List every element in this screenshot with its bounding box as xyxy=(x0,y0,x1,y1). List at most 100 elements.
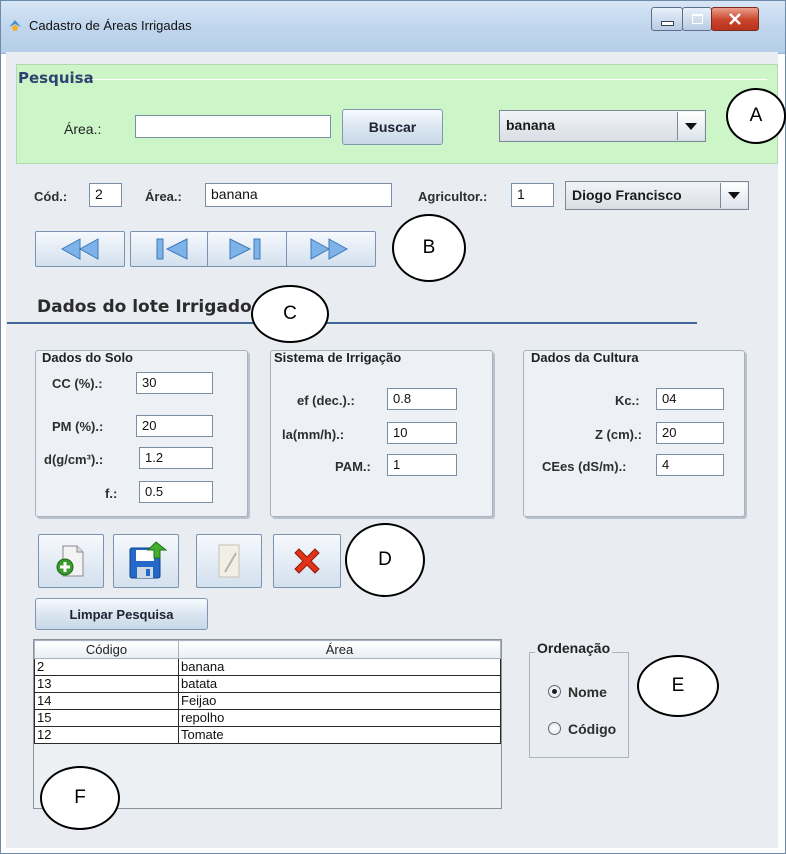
table-row[interactable]: 14 Feijao xyxy=(34,692,501,710)
f-field[interactable]: 0.5 xyxy=(139,481,213,503)
f-label: f.: xyxy=(105,486,118,501)
edit-button[interactable] xyxy=(196,534,262,588)
nav-last-button[interactable] xyxy=(286,231,376,267)
table-cell-area: Tomate xyxy=(178,726,501,744)
table-row[interactable]: 12 Tomate xyxy=(34,726,501,744)
nav-first-button[interactable] xyxy=(35,231,125,267)
last-icon xyxy=(310,238,349,260)
first-icon xyxy=(60,238,99,260)
efficiency-field[interactable]: 0.8 xyxy=(387,388,457,410)
lot-section-title: Dados do lote Irrigado xyxy=(37,297,252,317)
table-cell-area: repolho xyxy=(178,709,501,727)
cc-label: CC (%).: xyxy=(52,376,103,391)
delete-button[interactable] xyxy=(273,534,341,588)
table-cell-codigo: 14 xyxy=(34,692,179,710)
callout-a: A xyxy=(726,88,786,144)
la-label: la(mm/h).: xyxy=(282,427,345,442)
search-area-label: Área.: xyxy=(64,121,102,137)
title-bar[interactable]: Cadastro de Áreas Irrigadas xyxy=(1,1,785,54)
density-label: d(g/cm³).: xyxy=(44,452,104,467)
close-icon xyxy=(729,13,741,25)
pam-field[interactable]: 1 xyxy=(387,454,457,476)
new-icon xyxy=(56,545,84,577)
window-title: Cadastro de Áreas Irrigadas xyxy=(29,18,192,33)
delete-icon xyxy=(294,548,320,574)
table-row[interactable]: 13 batata xyxy=(34,675,501,693)
farmer-combo[interactable]: Diogo Francisco xyxy=(565,181,749,210)
farmer-label: Agricultor.: xyxy=(418,189,488,204)
search-combo-arrow[interactable] xyxy=(677,112,704,140)
soil-group-title: Dados do Solo xyxy=(42,350,133,365)
record-area-field[interactable]: banana xyxy=(205,183,392,207)
previous-icon xyxy=(156,238,188,260)
chevron-down-icon xyxy=(685,122,697,130)
kc-label: Kc.: xyxy=(615,393,640,408)
farmer-combo-value: Diogo Francisco xyxy=(572,187,682,203)
table-cell-codigo: 12 xyxy=(34,726,179,744)
table-cell-codigo: 2 xyxy=(34,658,179,676)
save-button[interactable] xyxy=(113,534,179,588)
cc-field[interactable]: 30 xyxy=(136,372,213,394)
app-icon xyxy=(9,20,21,31)
search-divider xyxy=(92,79,767,80)
clear-search-button[interactable]: Limpar Pesquisa xyxy=(35,598,208,630)
farmer-combo-arrow[interactable] xyxy=(720,183,747,208)
chevron-down-icon xyxy=(728,192,740,199)
search-button[interactable]: Buscar xyxy=(342,109,443,145)
minimize-button[interactable] xyxy=(651,7,683,31)
table-cell-area: banana xyxy=(178,658,501,676)
order-by-code-radio[interactable] xyxy=(548,722,561,735)
ordering-title: Ordenação xyxy=(535,640,613,656)
ordering-group xyxy=(529,652,629,758)
pam-label: PAM.: xyxy=(335,459,371,474)
search-section-title: Pesquisa xyxy=(18,69,94,87)
callout-b: B xyxy=(392,214,466,282)
pm-label: PM (%).: xyxy=(52,419,104,434)
kc-field[interactable]: 04 xyxy=(656,388,724,410)
record-area-label: Área.: xyxy=(145,189,182,204)
z-label: Z (cm).: xyxy=(595,427,642,442)
order-by-name-radio[interactable] xyxy=(548,685,561,698)
cod-label: Cód.: xyxy=(34,189,68,204)
density-field[interactable]: 1.2 xyxy=(139,447,213,469)
column-header-codigo[interactable]: Código xyxy=(34,640,179,659)
table-cell-codigo: 13 xyxy=(34,675,179,693)
table-header-row: Código Área xyxy=(34,640,501,659)
maximize-button[interactable] xyxy=(682,7,712,31)
callout-c: C xyxy=(251,285,329,343)
table-cell-area: Feijao xyxy=(178,692,501,710)
search-area-combo[interactable]: banana xyxy=(499,110,706,142)
maximize-icon xyxy=(691,14,703,24)
table-row[interactable]: 2 banana xyxy=(34,658,501,676)
search-area-input[interactable] xyxy=(135,115,331,138)
edit-icon xyxy=(218,544,240,578)
crop-group-title: Dados da Cultura xyxy=(531,350,639,365)
cees-field[interactable]: 4 xyxy=(656,454,724,476)
order-by-name-label[interactable]: Nome xyxy=(568,684,607,700)
la-field[interactable]: 10 xyxy=(387,422,457,444)
irrigation-group-title: Sistema de Irrigação xyxy=(274,350,402,365)
save-icon xyxy=(129,541,168,579)
area-table-grid: Código Área 2 banana 13 batata 14 Feijao 15… xyxy=(34,640,501,744)
pm-field[interactable]: 20 xyxy=(136,415,213,437)
callout-d: D xyxy=(345,523,425,597)
callout-e: E xyxy=(637,655,719,717)
cod-field[interactable]: 2 xyxy=(89,183,122,207)
nav-next-button[interactable] xyxy=(207,231,297,267)
cees-label: CEes (dS/m).: xyxy=(542,459,627,474)
new-button[interactable] xyxy=(38,534,104,588)
order-by-code-label[interactable]: Código xyxy=(568,721,616,737)
table-row[interactable]: 15 repolho xyxy=(34,709,501,727)
z-field[interactable]: 20 xyxy=(656,422,724,444)
close-button[interactable] xyxy=(711,7,759,31)
next-icon xyxy=(229,238,261,260)
minimize-icon xyxy=(660,20,674,26)
table-cell-area: batata xyxy=(178,675,501,693)
search-combo-value: banana xyxy=(506,117,556,133)
efficiency-label: ef (dec.).: xyxy=(297,393,355,408)
farmer-id-field[interactable]: 1 xyxy=(511,183,554,207)
column-header-area[interactable]: Área xyxy=(178,640,501,659)
callout-f: F xyxy=(40,766,120,830)
lot-section-divider xyxy=(7,322,697,324)
table-cell-codigo: 15 xyxy=(34,709,179,727)
